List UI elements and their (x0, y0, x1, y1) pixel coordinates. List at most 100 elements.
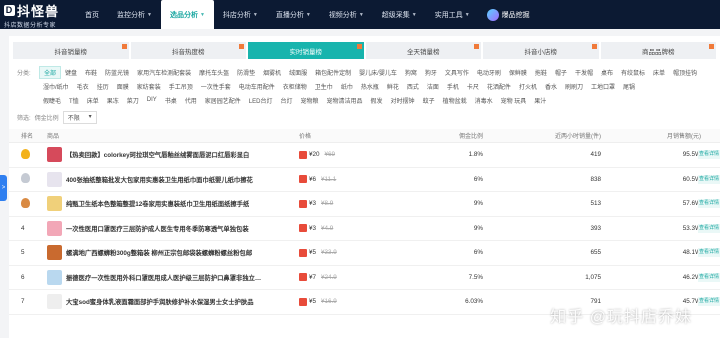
category-item[interactable]: 西式 (403, 81, 423, 92)
category-item[interactable]: 尾锅 (619, 81, 639, 92)
rank-tab[interactable]: 抖音热度榜 (130, 42, 246, 59)
category-item[interactable]: 绒面服 (285, 67, 311, 78)
category-item[interactable]: 手机 (443, 81, 463, 92)
category-item[interactable]: 文具写作 (441, 67, 473, 78)
nav-item[interactable]: 抖店分析 ▼ (214, 0, 267, 29)
category-item[interactable]: 防滑垫 (233, 67, 259, 78)
category-item[interactable]: 打火机 (515, 81, 541, 92)
category-item[interactable]: T恤 (65, 95, 83, 106)
category-item[interactable]: 婴儿床/婴儿车 (355, 67, 401, 78)
commission-select[interactable]: 不限 ▾ (62, 110, 97, 124)
product-thumbnail[interactable] (47, 220, 62, 236)
nav-item[interactable]: 首页 (76, 0, 108, 29)
brand-logo[interactable]: D 抖怪兽 抖店数据分析专家 (0, 1, 76, 29)
table-row[interactable]: 纯甄卫生纸本色整箱整提12卷家用实惠装纸巾卫生用纸面纸擦手纸 ¥3 ¥8.9 9% 51… (9, 192, 720, 217)
category-item[interactable]: 家纺套装 (133, 81, 165, 92)
category-item[interactable]: 床单 (649, 67, 669, 78)
category-item[interactable]: 烟雾机 (259, 67, 285, 78)
category-item[interactable]: 假发 (367, 95, 387, 106)
category-item[interactable]: 宠物粮 (297, 95, 323, 106)
category-item[interactable]: 蚊子 (419, 95, 439, 106)
category-item[interactable]: 宠物 玩具 (497, 95, 531, 106)
category-item[interactable]: 洁面 (423, 81, 443, 92)
category-item[interactable]: 挂历 (93, 81, 113, 92)
category-item[interactable]: 对时摆钟 (387, 95, 419, 106)
category-item[interactable]: 防蓝光镜 (101, 67, 133, 78)
nav-item[interactable]: 超级采集 ▼ (373, 0, 426, 29)
category-item[interactable]: 毛衣 (73, 81, 93, 92)
product-name[interactable]: 振德医疗一次性医用外科口罩医用成人医护级三层防护口鼻罩非独立包装 (66, 273, 266, 282)
view-detail-button[interactable]: 查看详情 (698, 199, 720, 209)
category-item[interactable]: 果冻 (103, 95, 123, 106)
category-item[interactable]: 手工吊顶 (165, 81, 197, 92)
category-item[interactable]: DIY (143, 96, 161, 104)
view-detail-button[interactable]: 查看详情 (698, 150, 720, 160)
product-name[interactable]: 【热卖回款】colorkey珂拉琪空气唇釉丝绒雾面唇泥口红唇彩显白 (66, 150, 249, 159)
category-item[interactable]: 香水 (541, 81, 561, 92)
category-item[interactable]: 工地口罩 (587, 81, 619, 92)
category-item[interactable]: 布鞋 (81, 67, 101, 78)
rank-tab[interactable]: 全天销量榜 (365, 42, 481, 59)
category-item[interactable]: 箱包配件定制 (311, 67, 355, 78)
category-item[interactable]: 面膜 (113, 81, 133, 92)
category-item[interactable]: 宠物清洁用品 (323, 95, 367, 106)
table-row[interactable]: 6 振德医疗一次性医用外科口罩医用成人医护级三层防护口鼻罩非独立包装 ¥7 ¥24.9… (9, 266, 720, 290)
product-name[interactable]: 螺满地广西螺蛳粉300g整箱装 柳州正宗包邮袋装螺蛳粉螺丝粉包邮 (66, 248, 252, 257)
rank-tab[interactable]: 实时销量榜 (248, 42, 364, 59)
nav-item[interactable]: 监控分析 ▼ (108, 0, 161, 29)
header-sales[interactable]: 近两小时销量(件) (513, 131, 613, 140)
category-item[interactable]: 代用 (181, 95, 201, 106)
category-item[interactable]: 刷刷刀 (561, 81, 587, 92)
header-commission[interactable]: 佣金比例 (413, 131, 513, 140)
nav-item[interactable]: 选品分析 ▼ (160, 0, 214, 29)
category-item[interactable]: 狗牙 (421, 67, 441, 78)
category-item[interactable]: 干发帽 (571, 67, 597, 78)
nav-item-hot-products[interactable]: 爆品挖掘 (486, 8, 530, 21)
product-name[interactable]: 一次性医用口罩医疗三层防护成人医生专用冬季防寒透气单独包装 (66, 224, 249, 233)
view-detail-button[interactable]: 查看详情 (698, 297, 720, 307)
category-item[interactable]: 假睫毛 (39, 95, 65, 106)
product-name[interactable]: 纯甄卫生纸本色整箱整提12卷家用实惠装纸巾卫生用纸面纸擦手纸 (66, 199, 249, 208)
category-item[interactable]: 植物盆栽 (439, 95, 471, 106)
side-expand-handle[interactable]: > (0, 175, 7, 201)
view-detail-button[interactable]: 查看详情 (698, 248, 720, 258)
category-item[interactable]: 衣柜储物 (279, 81, 311, 92)
category-item[interactable]: 消毒水 (471, 95, 497, 106)
category-item[interactable]: 卫生巾 (311, 81, 337, 92)
category-item[interactable]: 家用汽车检测配套装 (133, 67, 195, 78)
category-item[interactable]: 电动牙刷 (473, 67, 505, 78)
category-item[interactable]: 帽子 (551, 67, 571, 78)
product-name[interactable]: 大宝sod蜜身体乳液面霜面部护手润肤修护补水保湿男士女士护肤品 (66, 297, 254, 306)
category-item[interactable]: 摩托车头盔 (195, 67, 233, 78)
category-item[interactable]: 家居园艺配件 (201, 95, 245, 106)
category-item[interactable]: LED台灯 (245, 95, 277, 106)
rank-tab[interactable]: 商品品牌榜 (600, 42, 716, 59)
category-item[interactable]: 帽顶挂钩 (669, 67, 701, 78)
rank-tab[interactable]: 抖音小店榜 (483, 42, 599, 59)
table-row[interactable]: 【热卖回款】colorkey珂拉琪空气唇釉丝绒雾面唇泥口红唇彩显白 ¥20 ¥69 1… (9, 143, 720, 168)
category-item[interactable]: 花洒配件 (483, 81, 515, 92)
product-thumbnail[interactable] (47, 245, 62, 261)
category-item[interactable]: 拖鞋 (531, 67, 551, 78)
category-item[interactable]: 保鲜膜 (505, 67, 531, 78)
nav-item[interactable]: 直播分析 ▼ (267, 0, 320, 29)
product-name[interactable]: 400张抽纸整箱批发大包家用实惠装卫生用纸巾面巾纸婴儿纸巾擦花 (66, 175, 253, 184)
product-thumbnail[interactable] (47, 196, 62, 212)
header-monthly[interactable]: 月销售额(元) (613, 131, 701, 140)
category-item[interactable]: 菜刀 (123, 95, 143, 106)
category-item[interactable]: 狗窝 (401, 67, 421, 78)
category-item[interactable]: 一次性手套 (197, 81, 235, 92)
table-row[interactable]: 4 一次性医用口罩医疗三层防护成人医生专用冬季防寒透气单独包装 ¥3 ¥4.9 9% 39… (9, 217, 720, 241)
category-item[interactable]: 湿巾/纸巾 (39, 81, 73, 92)
category-item[interactable]: 鲜花 (383, 81, 403, 92)
rank-tab[interactable]: 抖音销量榜 (13, 42, 129, 59)
category-item[interactable]: 热水瓶 (357, 81, 383, 92)
category-item[interactable]: 键盘 (61, 67, 81, 78)
category-item[interactable]: 纸巾 (337, 81, 357, 92)
view-detail-button[interactable]: 查看详情 (698, 223, 720, 233)
product-thumbnail[interactable] (47, 294, 62, 310)
category-item[interactable]: 书桌 (161, 95, 181, 106)
view-detail-button[interactable]: 查看详情 (698, 272, 720, 282)
category-item[interactable]: 桌布 (597, 67, 617, 78)
category-item[interactable]: 果汁 (530, 95, 550, 106)
